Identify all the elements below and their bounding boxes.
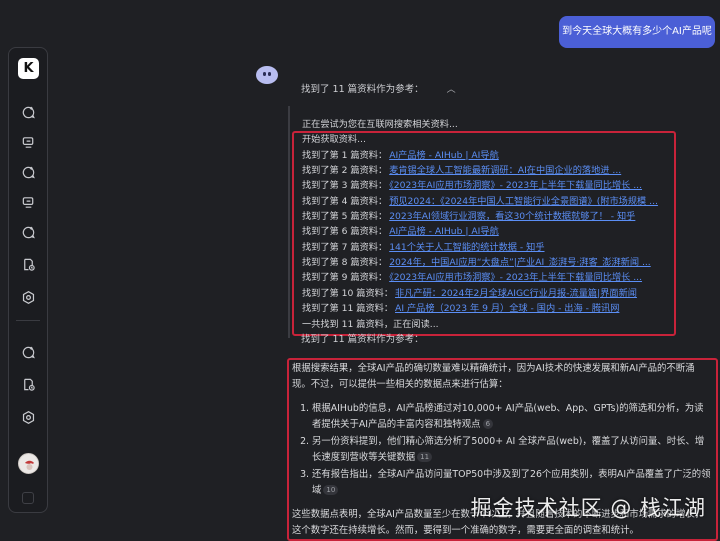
- result-link[interactable]: 141个关于人工智能的统计数据 - 知乎: [389, 242, 544, 253]
- result-link[interactable]: AI 产品榜（2023 年 9 月）全球 - 国内 - 出海 - 腾讯网: [395, 303, 619, 314]
- point-text: 根据AIHub的信息，AI产品榜通过对10,000+ AI产品(web、App、…: [312, 403, 704, 430]
- chat-history-icon[interactable]: [20, 194, 36, 210]
- list-item: 另一份资料提到，他们精心筛选分析了5000+ AI 全球产品(web)，覆盖了从…: [312, 434, 712, 466]
- result-label: 找到了第 9 篇资料：: [302, 272, 388, 283]
- app-logo[interactable]: K: [18, 58, 39, 79]
- search-references-footer: 找到了 11 篇资料作为参考：: [301, 334, 424, 345]
- result-label: 找到了第 1 篇资料：: [302, 150, 388, 161]
- search-references-header: 找到了 11 篇资料作为参考：: [301, 84, 424, 95]
- hexagon-gear-icon[interactable]: [20, 409, 36, 425]
- result-link[interactable]: AI产品榜 - AIHub | AI导航: [389, 150, 499, 161]
- search-log: 正在尝试为您在互联网搜索相关资料... 开始获取资料... 找到了第 1 篇资料…: [288, 106, 696, 338]
- chat-history-icon[interactable]: [20, 134, 36, 150]
- result-label: 找到了第 8 篇资料：: [302, 257, 388, 268]
- point-text: 另一份资料提到，他们精心筛选分析了5000+ AI 全球产品(web)，覆盖了从…: [312, 436, 705, 463]
- result-label: 找到了第 2 篇资料：: [302, 165, 388, 176]
- result-label: 找到了第 11 篇资料：: [302, 303, 394, 314]
- list-item: 找到了第 2 篇资料： 麦肯锡全球人工智能最新调研：AI在中国企业的落地进 ...: [302, 162, 621, 176]
- list-item: 找到了第 4 篇资料： 预见2024：《2024年中国人工智能行业全景图谱》(附市…: [302, 193, 658, 207]
- sidebar-divider: [16, 320, 40, 321]
- list-item: 根据AIHub的信息，AI产品榜通过对10,000+ AI产品(web、App、…: [312, 401, 712, 433]
- document-clock-icon[interactable]: [20, 256, 36, 272]
- result-link[interactable]: 2023年AI领域行业洞察，看这30个统计数据就够了！ - 知乎: [389, 211, 635, 222]
- sidebar-collapse-icon[interactable]: [22, 492, 34, 504]
- search-summary: 一共找到 11 篇资料，正在阅读...: [302, 319, 439, 330]
- result-label: 找到了第 4 篇资料：: [302, 196, 388, 207]
- result-label: 找到了第 7 篇资料：: [302, 242, 388, 253]
- list-item: 找到了第 5 篇资料： 2023年AI领域行业洞察，看这30个统计数据就够了！ -…: [302, 208, 635, 222]
- user-avatar[interactable]: [18, 453, 39, 474]
- result-link[interactable]: 《2023年AI应用市场洞察》- 2023年上半年下载量同比增长 ...: [389, 272, 642, 283]
- result-link[interactable]: 非凡产研：2024年2月全球AIGC行业月报-流量篇|界面新闻: [395, 288, 637, 299]
- watermark: 掘金技术社区 @ 栈江湖: [470, 496, 706, 520]
- result-link[interactable]: AI产品榜 - AIHub | AI导航: [389, 226, 499, 237]
- list-item: 找到了第 10 篇资料： 非凡产研：2024年2月全球AIGC行业月报-流量篇|界…: [302, 285, 637, 299]
- list-item: 找到了第 8 篇资料： 2024年，中国AI应用“大盘点”|产业AI_澎湃号·湃客…: [302, 254, 651, 268]
- list-item: 找到了第 9 篇资料： 《2023年AI应用市场洞察》- 2023年上半年下载量同…: [302, 269, 642, 283]
- result-label: 找到了第 6 篇资料：: [302, 226, 388, 237]
- user-message-bubble: 到今天全球大概有多少个AI产品呢: [559, 16, 715, 48]
- citation-badge[interactable]: 11: [417, 452, 433, 462]
- result-link[interactable]: 预见2024：《2024年中国人工智能行业全景图谱》(附市场规模 ...: [389, 196, 658, 207]
- document-clock-icon[interactable]: [20, 376, 36, 392]
- hexagon-gear-icon[interactable]: [20, 289, 36, 305]
- search-references-toggle[interactable]: 找到了 11 篇资料作为参考： ︿: [301, 81, 456, 95]
- result-label: 找到了第 5 篇资料：: [302, 211, 388, 222]
- list-item: 找到了第 7 篇资料： 141个关于人工智能的统计数据 - 知乎: [302, 239, 545, 253]
- sidebar: K: [8, 47, 48, 513]
- citation-badge[interactable]: 6: [482, 419, 494, 429]
- result-link[interactable]: 2024年，中国AI应用“大盘点”|产业AI_澎湃号·湃客_澎湃新闻 ...: [389, 257, 651, 268]
- chat-plus-icon[interactable]: [20, 224, 36, 240]
- citation-badge[interactable]: 10: [323, 485, 339, 495]
- search-status-trying: 正在尝试为您在互联网搜索相关资料...: [302, 119, 458, 130]
- assistant-avatar-icon: [256, 66, 278, 84]
- chevron-up-icon[interactable]: ︿: [447, 82, 456, 95]
- answer-intro: 根据搜索结果，全球AI产品的确切数量难以精确统计，因为AI技术的快速发展和新AI…: [292, 363, 695, 390]
- list-item: 找到了第 6 篇资料： AI产品榜 - AIHub | AI导航: [302, 223, 499, 237]
- result-link[interactable]: 《2023年AI应用市场洞察》- 2023年上半年下载量同比增长 ...: [389, 180, 642, 191]
- result-label: 找到了第 10 篇资料：: [302, 288, 394, 299]
- list-item: 找到了第 3 篇资料： 《2023年AI应用市场洞察》- 2023年上半年下载量同…: [302, 177, 642, 191]
- result-label: 找到了第 3 篇资料：: [302, 180, 388, 191]
- search-status-start: 开始获取资料...: [302, 134, 366, 145]
- chat-plus-icon[interactable]: [20, 164, 36, 180]
- chat-plus-icon[interactable]: [20, 344, 36, 360]
- chat-plus-icon[interactable]: [20, 104, 36, 120]
- answer-points: 根据AIHub的信息，AI产品榜通过对10,000+ AI产品(web、App、…: [312, 401, 712, 499]
- list-item: 找到了第 1 篇资料： AI产品榜 - AIHub | AI导航: [302, 147, 499, 161]
- list-item: 找到了第 11 篇资料： AI 产品榜（2023 年 9 月）全球 - 国内 - …: [302, 300, 619, 314]
- result-link[interactable]: 麦肯锡全球人工智能最新调研：AI在中国企业的落地进 ...: [389, 165, 621, 176]
